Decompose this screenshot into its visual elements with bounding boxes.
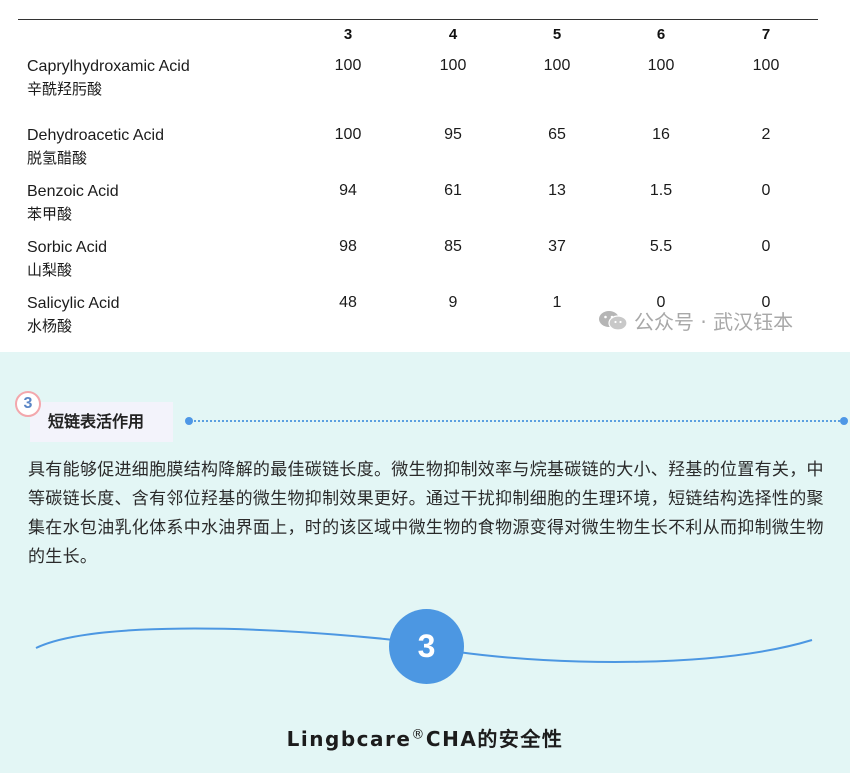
dotted-divider-end xyxy=(840,417,848,425)
table-cell: 61 xyxy=(444,182,462,199)
section-number-badge: 3 xyxy=(15,391,41,417)
table-cell: 100 xyxy=(334,126,362,143)
table-cell: 13 xyxy=(548,182,566,199)
column-header: 6 xyxy=(656,26,666,43)
table-cell: 48 xyxy=(339,294,357,311)
acid-name: Dehydroacetic Acid xyxy=(27,127,164,144)
table-cell: 16 xyxy=(652,126,670,143)
acid-name: Caprylhydroxamic Acid xyxy=(27,58,190,75)
footer-title: Lingbcare®CHA的安全性 xyxy=(0,723,850,752)
acid-name-cn: 辛酰羟肟酸 xyxy=(27,80,103,98)
column-header: 5 xyxy=(552,26,562,43)
dotted-divider-start xyxy=(185,417,193,425)
table-top-rule xyxy=(18,19,818,20)
column-header: 7 xyxy=(761,26,771,43)
column-header: 3 xyxy=(343,26,353,43)
dotted-divider xyxy=(189,420,844,422)
efficacy-table: 34567 Caprylhydroxamic Acid 辛酰羟肟酸 100 100 10… xyxy=(0,0,850,352)
section-number-circle: 3 xyxy=(389,609,464,684)
table-cell: 98 xyxy=(339,238,357,255)
column-header: 4 xyxy=(448,26,458,43)
table-cell: 85 xyxy=(444,238,462,255)
acid-name-cn: 脱氢醋酸 xyxy=(27,149,88,167)
acid-name: Salicylic Acid xyxy=(27,295,120,312)
section-label: 短链表活作用 xyxy=(30,402,173,442)
acid-name-cn: 苯甲酸 xyxy=(27,205,73,223)
table-cell: 9 xyxy=(448,294,458,311)
acid-name: Benzoic Acid xyxy=(27,183,119,200)
registered-mark: ® xyxy=(411,727,426,743)
wechat-icon xyxy=(598,310,628,332)
table-cell: 5.5 xyxy=(649,238,673,255)
table-cell: 100 xyxy=(752,57,780,74)
watermark: 公众号 · 武汉钰本 xyxy=(598,306,793,335)
table-cell: 94 xyxy=(339,182,357,199)
watermark-text: 公众号 · 武汉钰本 xyxy=(634,310,794,334)
table-cell: 100 xyxy=(439,57,467,74)
table-cell: 100 xyxy=(334,57,362,74)
section-paragraph: 具有能够促进细胞膜结构降解的最佳碳链长度。微生物抑制效率与烷基碳链的大小、羟基的… xyxy=(28,460,824,567)
table-cell: 100 xyxy=(543,57,571,74)
table-cell: 0 xyxy=(761,238,771,255)
footer-title-suffix: CHA的安全性 xyxy=(425,727,564,751)
table-cell: 1 xyxy=(552,294,562,311)
acid-name-cn: 山梨酸 xyxy=(27,261,73,279)
acid-name: Sorbic Acid xyxy=(27,239,108,256)
table-cell: 2 xyxy=(761,126,771,143)
table-cell: 65 xyxy=(548,126,566,143)
table-cell: 95 xyxy=(444,126,462,143)
footer-brand: Lingbcare xyxy=(286,727,412,751)
table-cell: 100 xyxy=(647,57,675,74)
table-cell: 0 xyxy=(761,182,771,199)
table-cell: 1.5 xyxy=(649,182,673,199)
table-cell: 37 xyxy=(548,238,566,255)
acid-name-cn: 水杨酸 xyxy=(27,317,73,335)
